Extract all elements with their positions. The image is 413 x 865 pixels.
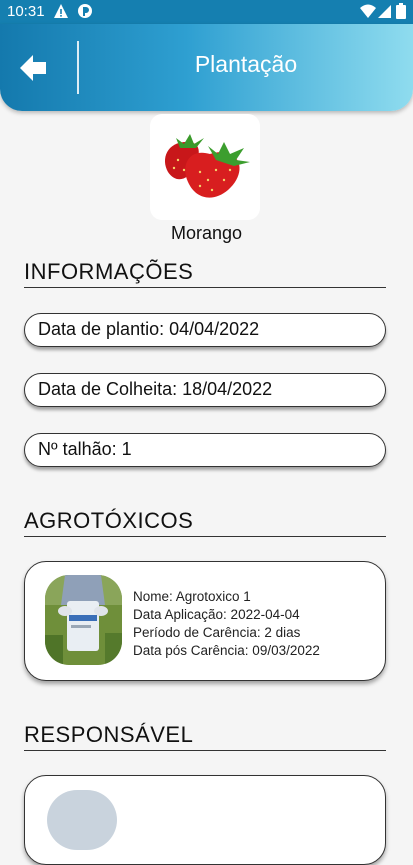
pesticide-application-date: Data Aplicação: 2022-04-04: [133, 607, 300, 622]
page-title: Plantação: [194, 51, 298, 77]
app-bar: Plantação: [0, 24, 413, 111]
responsible-card[interactable]: [24, 775, 386, 865]
alert-icon: [54, 4, 68, 18]
pesticide-name: Nome: Agrotoxico 1: [133, 589, 251, 604]
harvest-date-field: Data de Colheita: 18/04/2022: [24, 373, 386, 407]
crop-name: Morango: [170, 223, 243, 243]
status-time: 10:31: [7, 3, 45, 20]
pesticide-card[interactable]: Nome: Agrotoxico 1 Data Aplicação: 2022-…: [24, 561, 386, 681]
section-title-pesticides: AGROTÓXICOS: [24, 508, 386, 537]
pesticide-after-grace-date: Data pós Carência: 09/03/2022: [133, 643, 320, 658]
pesticide-image: [45, 575, 122, 665]
responsible-avatar: [47, 790, 117, 850]
strawberry-image: [150, 114, 260, 220]
app-notification-icon: [78, 4, 92, 18]
battery-icon: [396, 3, 406, 19]
plot-number-field: Nº talhão: 1: [24, 433, 386, 467]
wifi-icon: [360, 4, 376, 18]
section-title-info: INFORMAÇÕES: [24, 259, 386, 288]
section-title-responsible: RESPONSÁVEL: [24, 722, 386, 751]
signal-icon: [378, 5, 391, 18]
back-button[interactable]: [20, 54, 52, 82]
arrow-left-icon: [20, 55, 46, 81]
pesticide-grace-period: Período de Carência: 2 dias: [133, 625, 301, 640]
status-bar: 10:31: [0, 0, 413, 24]
pesticide-details: Nome: Agrotoxico 1 Data Aplicação: 2022-…: [133, 588, 320, 660]
planting-date-field: Data de plantio: 04/04/2022: [24, 313, 386, 347]
